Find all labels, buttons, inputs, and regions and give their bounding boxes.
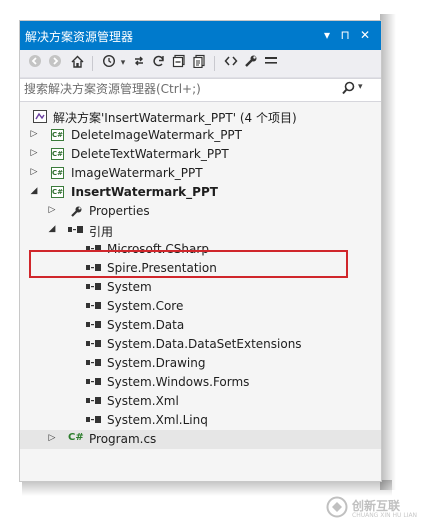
- reference-label: System.Xml.Linq: [107, 413, 208, 427]
- collapse-arrow-icon[interactable]: ◢: [47, 224, 57, 234]
- expand-arrow-icon[interactable]: ▷: [47, 205, 57, 215]
- collapse-arrow-icon[interactable]: ◢: [29, 186, 39, 196]
- tree-item-reference[interactable]: System: [20, 278, 381, 297]
- close-icon[interactable]: ✕: [356, 25, 374, 45]
- wrench-icon: [70, 205, 83, 221]
- csharp-project-icon: C#: [51, 186, 64, 198]
- tree-item-reference[interactable]: System.Windows.Forms: [20, 373, 381, 392]
- reference-label: System.Data.DataSetExtensions: [107, 337, 302, 351]
- assembly-reference-icon: [86, 376, 102, 390]
- csharp-project-icon: C#: [51, 148, 64, 160]
- expand-arrow-icon[interactable]: ▷: [29, 129, 39, 139]
- tree-item-project[interactable]: ▷ C# DeleteTextWatermark_PPT: [20, 145, 381, 164]
- search-input[interactable]: [24, 81, 334, 97]
- tree-item-project[interactable]: ▷ C# ImageWatermark_PPT: [20, 164, 381, 183]
- reference-label: System.Xml: [107, 394, 179, 408]
- expand-arrow-icon[interactable]: ▷: [29, 167, 39, 177]
- assembly-reference-icon: [86, 357, 102, 371]
- project-label: ImageWatermark_PPT: [71, 166, 203, 180]
- expand-arrow-icon[interactable]: ▷: [47, 433, 57, 443]
- tree-item-program-file[interactable]: ▷ C# Program.cs: [20, 430, 381, 449]
- reference-label: System.Data: [107, 318, 185, 332]
- csharp-project-icon: C#: [51, 129, 64, 141]
- tree-item-reference[interactable]: System.Data.DataSetExtensions: [20, 335, 381, 354]
- watermark: 创新互联 CHUANG XIN HU LIAN: [320, 490, 424, 525]
- assembly-reference-icon: [86, 319, 102, 333]
- properties-label: Properties: [89, 204, 150, 218]
- watermark-logo-icon: [326, 496, 348, 518]
- sync-icon[interactable]: [130, 54, 148, 72]
- references-icon: [68, 224, 84, 238]
- watermark-subtext: CHUANG XIN HU LIAN: [352, 512, 418, 519]
- expand-arrow-icon[interactable]: ▷: [29, 148, 39, 158]
- tree-item-reference[interactable]: System.Xml.Linq: [20, 411, 381, 430]
- toolbar-separator: [214, 56, 215, 71]
- tree-item-references[interactable]: ◢ 引用: [20, 221, 381, 240]
- collapse-all-icon[interactable]: [170, 54, 188, 72]
- tree-item-reference[interactable]: System.Drawing: [20, 354, 381, 373]
- search-options-dropdown-icon[interactable]: ▾: [358, 82, 363, 92]
- tree-item-reference[interactable]: System.Core: [20, 297, 381, 316]
- preview-icon[interactable]: [262, 54, 280, 72]
- back-icon[interactable]: [26, 54, 44, 72]
- project-label: DeleteTextWatermark_PPT: [71, 147, 229, 161]
- solution-label: 解决方案'InsertWatermark_PPT' (4 个项目): [53, 111, 297, 125]
- tree-item-properties[interactable]: ▷ Properties: [20, 202, 381, 221]
- reference-label: System.Windows.Forms: [107, 375, 250, 389]
- csharp-project-icon: C#: [51, 167, 64, 179]
- view-code-icon[interactable]: [222, 54, 240, 72]
- toolbar-separator: [92, 56, 93, 71]
- assembly-reference-icon: [86, 414, 102, 428]
- home-icon[interactable]: [68, 54, 86, 72]
- tree-item-project-startup[interactable]: ◢ C# InsertWatermark_PPT: [20, 183, 381, 202]
- program-file-label: Program.cs: [89, 432, 157, 446]
- pin-icon[interactable]: ⊓: [336, 25, 354, 45]
- assembly-reference-icon: [86, 395, 102, 409]
- tree-item-reference[interactable]: System.Xml: [20, 392, 381, 411]
- assembly-reference-icon: [86, 338, 102, 352]
- assembly-reference-icon: [86, 300, 102, 314]
- reference-label: System.Drawing: [107, 356, 206, 370]
- csharp-file-icon: C#: [68, 432, 84, 443]
- panel-toolbar: ▾: [20, 50, 381, 78]
- highlight-box: [29, 250, 348, 278]
- show-all-files-icon[interactable]: [190, 54, 208, 72]
- references-label: 引用: [89, 225, 114, 239]
- solution-icon: [33, 110, 47, 126]
- tree-item-reference[interactable]: System.Data: [20, 316, 381, 335]
- reference-label: System: [107, 280, 152, 294]
- window-position-dropdown-icon[interactable]: ▾: [318, 25, 336, 45]
- search-bar: ▾: [20, 78, 381, 102]
- search-icon[interactable]: [342, 81, 355, 99]
- tree-item-solution[interactable]: 解决方案'InsertWatermark_PPT' (4 个项目): [20, 107, 381, 126]
- panel-title: 解决方案资源管理器: [25, 30, 134, 44]
- refresh-icon[interactable]: [150, 54, 168, 72]
- panel-shadow-right: [380, 14, 396, 490]
- forward-icon[interactable]: [46, 54, 64, 72]
- reference-label: System.Core: [107, 299, 184, 313]
- assembly-reference-icon: [86, 281, 102, 295]
- tree-item-project[interactable]: ▷ C# DeleteImageWatermark_PPT: [20, 126, 381, 145]
- properties-icon[interactable]: [242, 54, 260, 72]
- project-label: DeleteImageWatermark_PPT: [71, 128, 242, 142]
- project-label: InsertWatermark_PPT: [71, 185, 218, 199]
- panel-title-bar: 解决方案资源管理器 ▾ ⊓ ✕: [20, 21, 381, 50]
